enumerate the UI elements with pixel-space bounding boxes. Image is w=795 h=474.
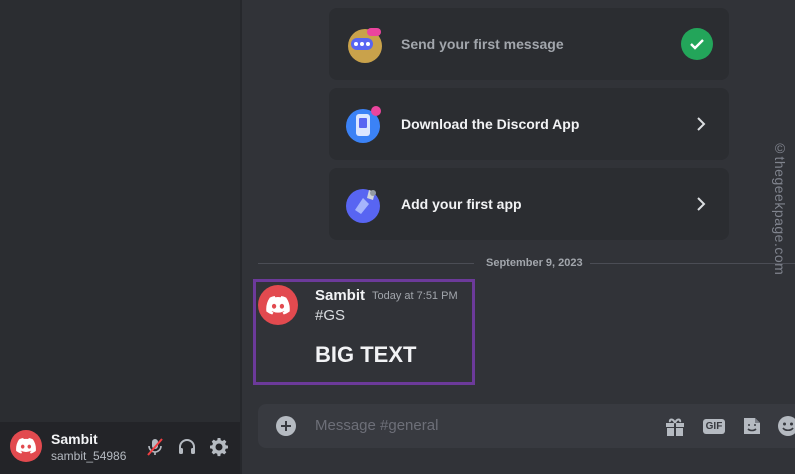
watermark: ©thegeekpage.com <box>772 140 788 276</box>
app-puzzle-icon <box>345 184 385 224</box>
phone-app-icon <box>345 104 385 144</box>
sticker-icon <box>744 418 760 434</box>
emoji-button[interactable] <box>776 414 795 438</box>
onboarding-label: Download the Discord App <box>401 116 580 132</box>
microphone-muted-icon <box>147 438 163 456</box>
message-input[interactable]: Message #general <box>315 417 438 434</box>
plus-icon <box>281 421 291 431</box>
date-divider-label: September 9, 2023 <box>480 257 589 269</box>
mute-mic-button[interactable] <box>144 436 166 458</box>
headphones-icon <box>179 439 195 454</box>
deafen-button[interactable] <box>176 436 198 458</box>
onboarding-card-send-message[interactable]: Send your first message <box>329 8 729 80</box>
chevron-right-icon <box>697 117 706 131</box>
gift-button[interactable] <box>663 414 687 438</box>
pane-divider <box>240 0 242 474</box>
user-avatar[interactable] <box>10 430 42 462</box>
discord-logo-icon <box>16 438 36 454</box>
gear-icon <box>210 438 228 457</box>
completed-check-icon <box>681 28 713 60</box>
user-panel: Sambit sambit_54986 <box>0 422 240 474</box>
channel-sidebar: Sambit sambit_54986 <box>0 0 240 474</box>
user-tag: sambit_54986 <box>51 449 127 463</box>
sticker-button[interactable] <box>740 414 764 438</box>
username[interactable]: Sambit <box>51 431 98 447</box>
onboarding-card-add-app[interactable]: Add your first app <box>329 168 729 240</box>
onboarding-label: Add your first app <box>401 196 522 212</box>
emoji-icon <box>778 416 795 436</box>
chevron-right-icon <box>697 197 706 211</box>
gif-button[interactable]: GIF <box>702 414 726 438</box>
highlight-box <box>253 279 475 385</box>
gift-icon <box>666 418 684 436</box>
onboarding-label: Send your first message <box>401 36 564 52</box>
gif-icon: GIF <box>702 418 726 434</box>
user-settings-button[interactable] <box>208 436 230 458</box>
message-composer[interactable]: Message #general GIF <box>258 404 795 448</box>
onboarding-card-download-app[interactable]: Download the Discord App <box>329 88 729 160</box>
add-attachment-button[interactable] <box>276 416 296 436</box>
chat-bubble-icon <box>345 24 385 64</box>
